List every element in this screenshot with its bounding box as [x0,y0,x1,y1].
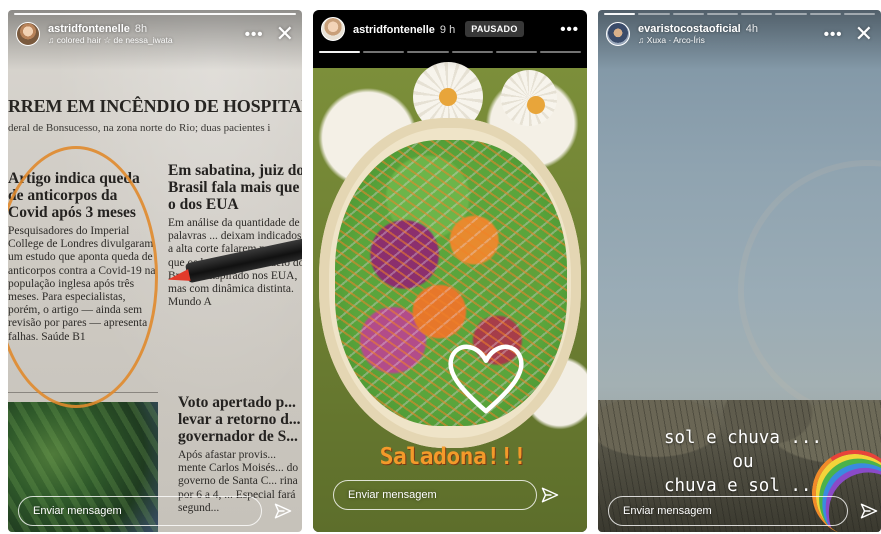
progress-segment [843,13,875,15]
story-time: 8h [134,23,148,35]
progress-segment [809,13,841,15]
story-header: astridfontenelle 9 h PAUSADO ••• [321,14,579,44]
avatar[interactable] [606,22,630,46]
story-viewer-2[interactable]: Saladona!!! astridfontenelle 9 h PAUSADO … [313,10,587,532]
progress-segment [604,13,636,15]
story-username[interactable]: evaristocostaoficial [638,23,741,35]
story-username[interactable]: astridfontenelle [353,24,435,36]
progress-segment [638,13,670,15]
progress-segment [495,51,537,53]
progress-segment [407,51,449,53]
story-username[interactable]: astridfontenelle [48,23,130,35]
more-options-icon[interactable]: ••• [560,22,579,37]
heart-doodle-icon [448,344,524,414]
article-title: Voto apertado p... levar a retorno d... … [178,394,301,445]
send-icon[interactable] [541,486,559,504]
avatar[interactable] [16,22,40,46]
story-viewer-3[interactable]: sol e chuva ... ou chuva e sol ... evari… [598,10,881,532]
story-header: astridfontenelle 8h ♫ colored hair ☆ de n… [16,19,294,49]
more-options-icon[interactable]: ••• [824,27,843,42]
progress-segment [539,51,582,53]
story-music-label[interactable]: colored hair ☆ de nessa_iwata [57,35,173,45]
flower-decoration [501,70,557,126]
avatar[interactable] [321,17,345,41]
paused-badge: PAUSADO [465,21,524,37]
story-music-label[interactable]: Xuxa · Arco-Íris [647,35,705,45]
progress-segment [775,13,807,15]
close-icon[interactable]: ✕ [276,23,294,45]
story-progress-bar [604,13,875,15]
reply-input[interactable]: Enviar mensagem [333,480,537,510]
music-note-icon: ♫ [638,35,645,45]
progress-segment [672,13,704,15]
newspaper-subhead: deral de Bonsucesso, na zona norte do Ri… [8,122,271,134]
story-progress-bar [14,13,296,15]
progress-segment [741,13,773,15]
close-icon[interactable]: ✕ [855,23,873,45]
music-note-icon: ♫ [48,35,55,45]
story-time: 9 h [439,23,456,36]
send-icon[interactable] [860,502,878,520]
reply-input[interactable]: Enviar mensagem [18,496,262,526]
progress-segment [319,51,361,53]
progress-segment [363,51,405,53]
progress-segment [706,13,738,15]
progress-segment [14,13,296,15]
newspaper-headline: RREM EM INCÊNDIO DE HOSPITAL FEDE [8,96,302,116]
article-title: Em sabatina, juiz do Brasil fala mais qu… [168,162,302,213]
send-icon[interactable] [274,502,292,520]
reply-input[interactable]: Enviar mensagem [608,496,848,526]
more-options-icon[interactable]: ••• [245,27,264,42]
story-viewer-1[interactable]: RREM EM INCÊNDIO DE HOSPITAL FEDE deral … [8,10,302,532]
story-time: 4h [745,23,758,35]
progress-segment [451,51,493,53]
story-progress-bar [319,51,582,53]
text-line: sol e chuva ... [663,428,823,448]
text-sticker: Saladona!!! [379,444,527,470]
story-header: evaristocostaoficial 4h ♫ Xuxa · Arco-Íri… [606,19,873,49]
